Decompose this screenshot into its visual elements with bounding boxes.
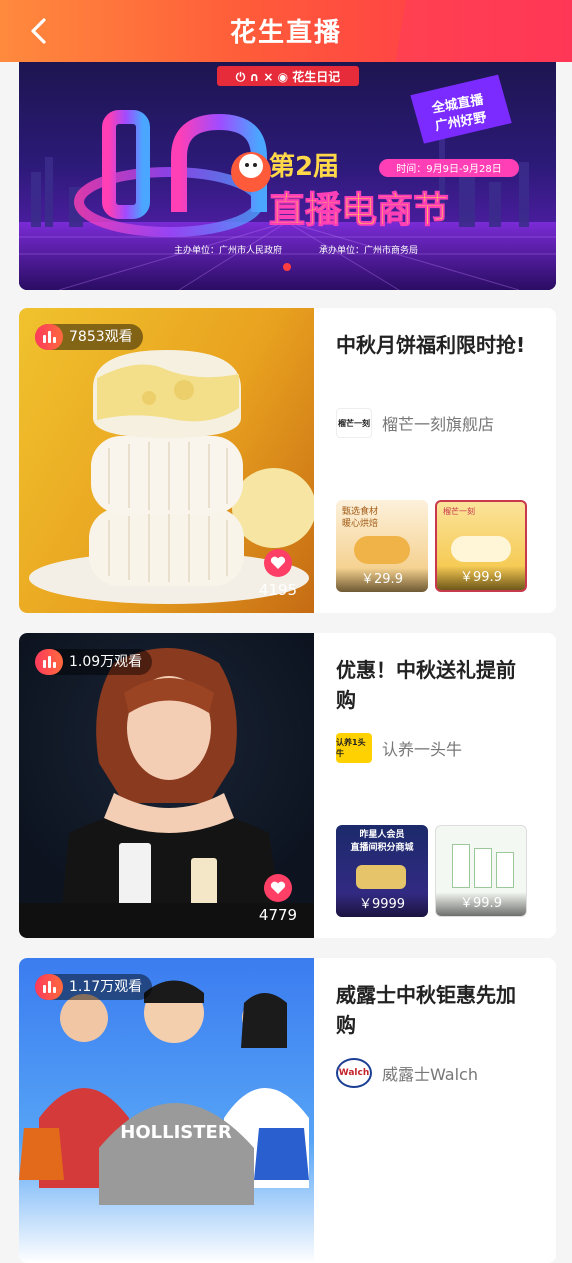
presenters-illustration: HOLLISTER [19, 980, 309, 1205]
like-count: 4195 [258, 581, 298, 599]
view-count: 1.09万观看 [69, 654, 143, 670]
product-price: ￥29.9 [336, 568, 428, 592]
like-counter[interactable]: 4779 [258, 874, 298, 924]
store-logo-text: 认养1头牛 [336, 738, 366, 758]
promo-banner[interactable]: ⏻ ∩ × ◉ 花生日记 第2届 时间：9月9日-9月28日 直播电商节 全城直… [19, 62, 556, 290]
banner-time: 时间：9月9日-9月28日 [396, 162, 501, 175]
store-logo-text: Walch [338, 1068, 370, 1078]
store-name: 认养一头牛 [382, 740, 463, 759]
banner-organizer: 主办单位：广州市人民政府 [174, 244, 282, 256]
live-card[interactable]: 7853观看 4195 中秋月饼福利限时抢! 榴芒一刻 榴芒一刻旗舰店 甄选食材… [19, 308, 556, 613]
live-card[interactable]: HOLLISTER 1.17万观看 威露士中秋钜惠先加购 Walch 威露士Wa… [19, 958, 556, 1263]
heart-icon[interactable] [264, 874, 292, 902]
like-counter[interactable]: 4195 [258, 549, 298, 599]
heart-icon[interactable] [264, 549, 292, 577]
live-bars-icon [35, 649, 63, 675]
view-count-badge: 1.17万观看 [35, 974, 153, 1000]
live-cover-image[interactable]: 1.09万观看 4779 [19, 633, 314, 938]
product-price: ￥99.9 [437, 566, 525, 590]
store-logo: Walch [336, 1058, 372, 1088]
page-title: 花生直播 [229, 18, 342, 48]
product-thumb[interactable]: 甄选食材 暖心烘焙 ￥29.9 [336, 500, 428, 592]
like-count: 4779 [258, 906, 298, 924]
store-name: 榴芒一刻旗舰店 [382, 415, 495, 434]
svg-text:⏻ ∩ × ◉ 花生日记: ⏻ ∩ × ◉ 花生日记 [236, 69, 341, 84]
live-bars-icon [35, 974, 63, 1000]
product-thumb[interactable]: ￥99.9 [435, 825, 527, 917]
store-logo: 认养1头牛 [336, 733, 372, 763]
app-header: 花生直播 [0, 0, 572, 62]
product-price: ￥99.9 [436, 892, 526, 916]
product-price: ￥9999 [336, 893, 428, 917]
store-name: 威露士Walch [382, 1065, 478, 1084]
product-caption: 直播间积分商城 [350, 843, 414, 853]
product-caption: 昨星人会员 [359, 830, 405, 840]
live-card[interactable]: 1.09万观看 4779 优惠！中秋送礼提前购 认养1头牛 认养一头牛 昨星人会… [19, 633, 556, 938]
banner-co-organizer: 承办单位：广州市商务局 [319, 244, 418, 256]
live-info: 优惠！中秋送礼提前购 认养1头牛 认养一头牛 昨星人会员 直播间积分商城 ￥99… [336, 633, 541, 938]
banner-artwork: ⏻ ∩ × ◉ 花生日记 第2届 时间：9月9日-9月28日 直播电商节 全城直… [19, 66, 556, 290]
view-count: 7853观看 [69, 329, 133, 345]
view-count: 1.17万观看 [69, 979, 143, 995]
view-count-badge: 1.09万观看 [35, 649, 153, 675]
live-title[interactable]: 中秋月饼福利限时抢! [336, 330, 526, 360]
store-row[interactable]: Walch 威露士Walch [336, 1058, 478, 1088]
product-thumb[interactable]: 昨星人会员 直播间积分商城 ￥9999 [336, 825, 428, 917]
product-caption: 榴芒一刻 [443, 507, 475, 516]
live-cover-image[interactable]: HOLLISTER 1.17万观看 [19, 958, 314, 1263]
banner-logo-text: 花生日记 [292, 69, 340, 84]
carousel-dot-active [283, 263, 291, 271]
banner-edition: 第2届 [269, 151, 339, 182]
store-logo-text: 榴芒一刻 [338, 418, 370, 428]
product-thumbnails: 甄选食材 暖心烘焙 ￥29.9 榴芒一刻 ￥99.9 [336, 500, 551, 592]
live-title[interactable]: 威露士中秋钜惠先加购 [336, 980, 526, 1040]
product-thumbnails: 昨星人会员 直播间积分商城 ￥9999 ￥99.9 [336, 825, 551, 917]
store-row[interactable]: 榴芒一刻 榴芒一刻旗舰店 [336, 408, 494, 438]
live-cover-image[interactable]: 7853观看 4195 [19, 308, 314, 613]
live-info: 威露士中秋钜惠先加购 Walch 威露士Walch [336, 958, 541, 1263]
product-thumb[interactable]: 榴芒一刻 ￥99.9 [435, 500, 527, 592]
banner-event-name: 直播电商节 [269, 190, 449, 231]
live-info: 中秋月饼福利限时抢! 榴芒一刻 榴芒一刻旗舰店 甄选食材 暖心烘焙 ￥29.9 … [336, 308, 541, 613]
view-count-badge: 7853观看 [35, 324, 143, 350]
live-title[interactable]: 优惠！中秋送礼提前购 [336, 655, 526, 715]
shirt-print: HOLLISTER [120, 1122, 232, 1143]
store-logo: 榴芒一刻 [336, 408, 372, 438]
store-row[interactable]: 认养1头牛 认养一头牛 [336, 733, 462, 763]
product-caption: 甄选食材 [342, 507, 379, 517]
live-bars-icon [35, 324, 63, 350]
product-caption: 暖心烘焙 [342, 519, 379, 529]
